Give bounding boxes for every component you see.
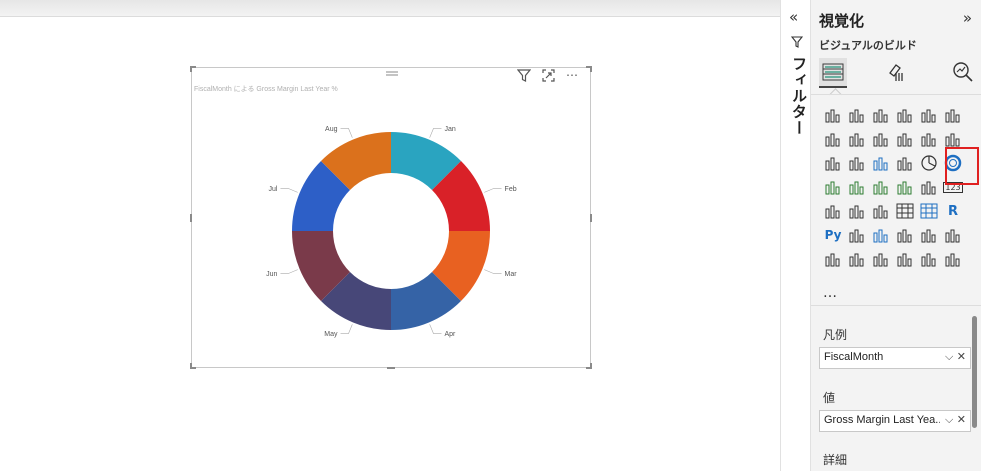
format-brush-icon — [889, 64, 903, 81]
filters-pane-label[interactable]: フィルター — [789, 56, 810, 136]
clustered-bar-chart-icon[interactable] — [870, 104, 892, 126]
build-visual-tab[interactable] — [819, 58, 847, 88]
details-well-label: 詳細 — [823, 453, 848, 467]
kpi-icon[interactable] — [846, 200, 868, 222]
values-well-label: 値 — [823, 391, 836, 405]
r-script-visual-icon[interactable]: R — [942, 200, 964, 222]
visualizations-pane: 視覚化 » ビジュアルのビルド 123 R Py … 凡例 FiscalMonth … — [810, 0, 981, 471]
analytics-magnifier-icon — [953, 62, 973, 82]
field-controls[interactable]: ⌵ ✕ — [945, 350, 966, 364]
donut-chart-visual[interactable]: ⋯ FiscalMonth による Gross Margin Last Year… — [190, 66, 592, 369]
azure-map-icon[interactable] — [894, 176, 916, 198]
resize-handle[interactable] — [190, 214, 192, 222]
stacked-column-chart-icon[interactable] — [846, 104, 868, 126]
resize-handle[interactable] — [190, 66, 192, 72]
fields-grid-icon — [822, 63, 844, 81]
power-automate-icon[interactable] — [870, 248, 892, 270]
line-chart-icon[interactable] — [822, 128, 844, 150]
leader-line — [429, 128, 442, 138]
area-chart-icon[interactable] — [846, 128, 868, 150]
smart-narrative-icon[interactable] — [918, 224, 940, 246]
azure-ml-icon[interactable] — [894, 248, 916, 270]
resize-handle[interactable] — [387, 367, 395, 369]
100-stacked-column-chart-icon[interactable] — [942, 104, 964, 126]
slicer-icon[interactable] — [870, 200, 892, 222]
python-visual-icon[interactable]: Py — [822, 224, 844, 246]
leader-line — [484, 269, 502, 274]
funnel-chart-icon[interactable] — [870, 152, 892, 174]
values-field-name: Gross Margin Last Yea... — [824, 414, 940, 426]
more-visuals-button[interactable]: … — [823, 285, 838, 301]
filter-icon — [791, 36, 803, 48]
field-controls[interactable]: ⌵ ✕ — [945, 413, 966, 427]
category-label: Aug — [325, 126, 338, 133]
multi-row-card-icon[interactable] — [822, 200, 844, 222]
line-and-column-chart-icon[interactable] — [918, 128, 940, 150]
leader-line — [280, 188, 298, 193]
map-icon[interactable] — [846, 176, 868, 198]
treemap-icon[interactable] — [822, 176, 844, 198]
100-stacked-bar-chart-icon[interactable] — [918, 104, 940, 126]
collapse-filters-button[interactable]: « — [789, 8, 798, 26]
filters-pane[interactable]: « フィルター — [780, 0, 811, 471]
build-visual-heading: ビジュアルのビルド — [819, 39, 917, 52]
waterfall-chart-icon[interactable] — [846, 152, 868, 174]
resize-handle[interactable] — [590, 66, 592, 72]
diamond-visual-icon[interactable] — [918, 248, 940, 270]
ribbon-chart-icon[interactable] — [822, 152, 844, 174]
values-field-well[interactable]: Gross Margin Last Yea... ⌵ ✕ — [819, 410, 971, 432]
matrix-icon[interactable] — [918, 200, 940, 222]
analytics-tab[interactable] — [949, 58, 977, 86]
resize-handle[interactable] — [590, 363, 592, 369]
resize-handle[interactable] — [190, 363, 192, 369]
gauge-icon[interactable] — [918, 176, 940, 198]
donut-chart[interactable]: Jan Feb Mar Apr May Jun Jul Aug — [192, 68, 590, 367]
leader-line — [429, 324, 442, 334]
stacked-bar-chart-icon[interactable] — [822, 104, 844, 126]
qa-icon[interactable] — [894, 224, 916, 246]
stacked-area-chart-icon[interactable] — [870, 128, 892, 150]
100-stacked-area-chart-icon[interactable] — [894, 128, 916, 150]
chevron-visual-icon[interactable] — [942, 248, 964, 270]
legend-well-label: 凡例 — [823, 328, 848, 342]
category-label: Apr — [444, 331, 456, 338]
filled-map-icon[interactable] — [870, 176, 892, 198]
paginated-report-icon[interactable] — [822, 248, 844, 270]
key-influencers-icon[interactable] — [846, 224, 868, 246]
legend-field-well[interactable]: FiscalMonth ⌵ ✕ — [819, 347, 971, 369]
scatter-chart-icon[interactable] — [894, 152, 916, 174]
leader-line — [484, 188, 502, 193]
canvas-top-bar — [0, 0, 780, 17]
category-label: Jan — [444, 126, 455, 133]
resize-handle[interactable] — [590, 214, 592, 222]
power-apps-icon[interactable] — [846, 248, 868, 270]
category-label: Feb — [505, 186, 517, 193]
leader-line — [280, 269, 298, 274]
leader-line — [340, 128, 353, 138]
leader-line — [340, 324, 353, 334]
viz-pane-title: 視覚化 — [819, 12, 865, 30]
pie-chart-icon[interactable] — [918, 152, 940, 174]
category-label: Mar — [505, 271, 518, 278]
decomposition-tree-icon[interactable] — [870, 224, 892, 246]
divider — [811, 94, 981, 95]
legend-field-name: FiscalMonth — [824, 351, 884, 363]
clustered-column-chart-icon[interactable] — [894, 104, 916, 126]
category-label: Jun — [266, 271, 277, 278]
expand-pane-button[interactable]: » — [963, 9, 972, 27]
pane-scrollbar[interactable] — [972, 316, 977, 428]
category-label: May — [324, 331, 338, 338]
table-icon[interactable] — [894, 200, 916, 222]
format-visual-tab[interactable] — [883, 58, 911, 86]
metrics-icon[interactable] — [942, 224, 964, 246]
donut-chart-selected-highlight — [945, 147, 979, 185]
field-wells: 凡例 FiscalMonth ⌵ ✕ 値 Gross Margin Last Y… — [811, 305, 981, 472]
category-label: Jul — [268, 186, 277, 193]
